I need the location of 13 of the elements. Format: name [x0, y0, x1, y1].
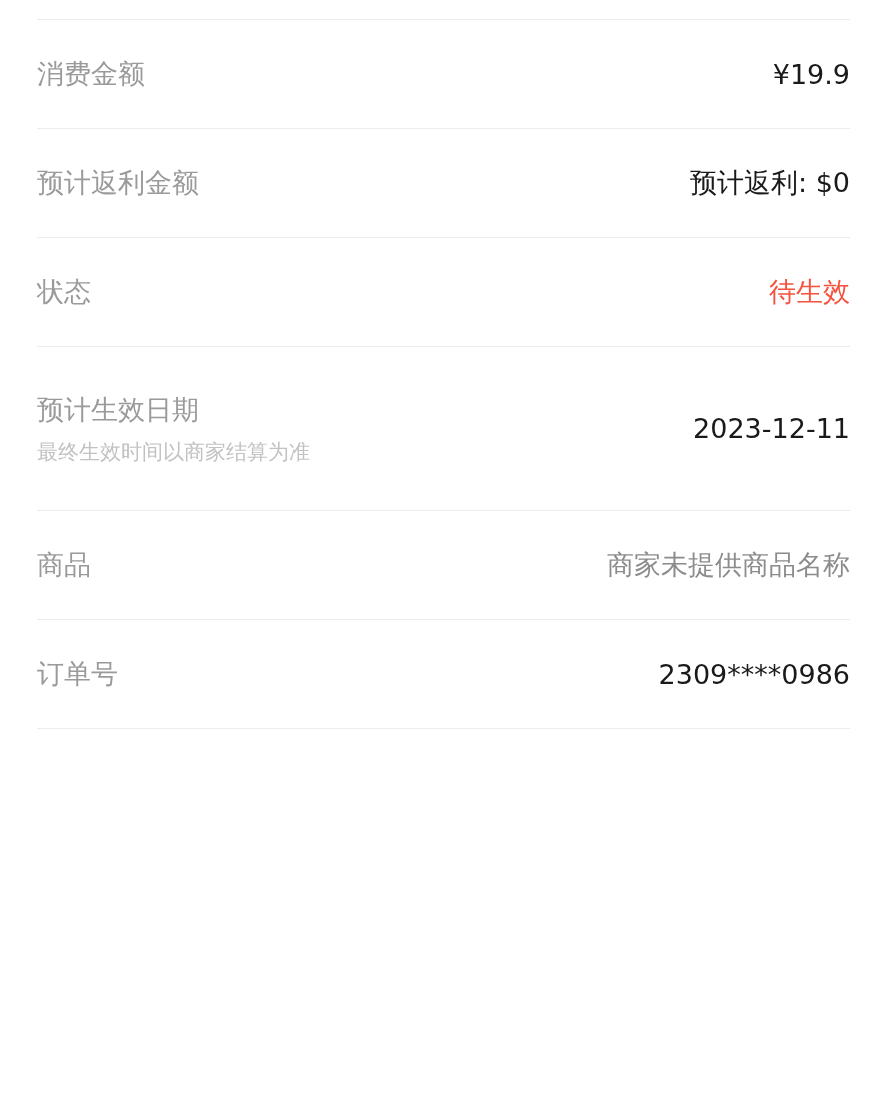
- field-value: 预计返利: $0: [689, 166, 850, 200]
- field-value: 商家未提供商品名称: [607, 548, 850, 582]
- field-label: 状态: [37, 275, 91, 309]
- field-value: 2023-12-11: [693, 413, 850, 444]
- field-label: 商品: [37, 548, 91, 582]
- field-label: 预计生效日期: [37, 392, 200, 427]
- field-value: 2309****0986: [658, 658, 850, 690]
- field-label: 订单号: [37, 657, 118, 691]
- field-value: ¥19.9: [772, 58, 850, 90]
- field-note: 最终生效时间以商家结算为准: [37, 438, 310, 466]
- field-value: 待生效: [769, 275, 850, 309]
- field-label: 消费金额: [37, 57, 145, 91]
- field-label: 预计返利金额: [37, 166, 199, 200]
